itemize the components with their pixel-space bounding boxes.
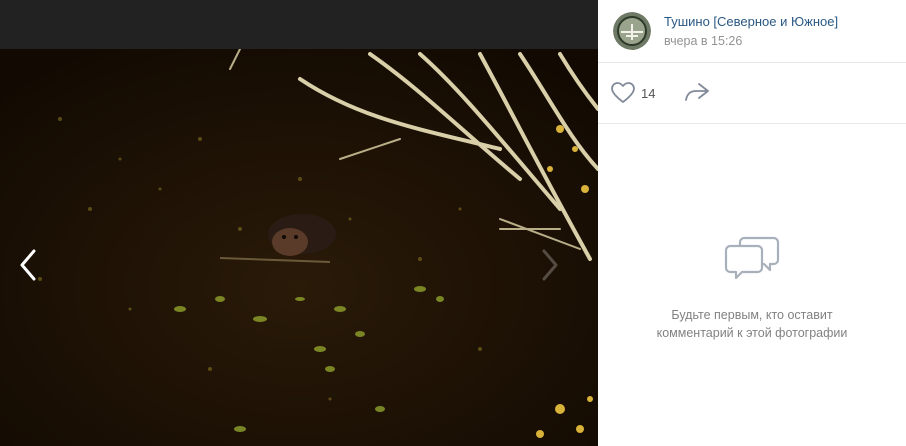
comments-empty-line2: комментарий к этой фотографии [656, 326, 848, 340]
community-avatar-icon [613, 12, 651, 50]
comments-empty-text: Будьте первым, кто оставит комментарий к… [618, 306, 886, 342]
chevron-right-icon [542, 249, 558, 281]
heart-icon [611, 82, 635, 103]
comments-empty-line1: Будьте первым, кто оставит [671, 308, 833, 322]
photo-sidebar: Тушино [Северное и Южное] вчера в 15:26 … [598, 0, 906, 446]
comments-icon [724, 236, 780, 280]
like-button[interactable]: 14 [611, 81, 655, 105]
actions-bar: 14 [598, 63, 906, 124]
chevron-left-icon [20, 249, 36, 281]
photo-viewer [0, 0, 598, 446]
photo[interactable] [0, 49, 598, 446]
likes-count: 14 [641, 85, 656, 101]
comments-empty-state: Будьте первым, кто оставит комментарий к… [598, 124, 906, 446]
author-block: Тушино [Северное и Южное] вчера в 15:26 [598, 0, 906, 63]
next-photo-button[interactable] [540, 249, 576, 295]
viewer-top-bar [0, 0, 598, 49]
community-avatar[interactable] [613, 12, 651, 50]
post-time-link[interactable]: вчера в 15:26 [664, 34, 742, 48]
previous-photo-button[interactable] [18, 249, 54, 295]
share-button[interactable] [684, 81, 712, 105]
author-name-link[interactable]: Тушино [Северное и Южное] [664, 14, 838, 29]
photo-image [0, 49, 598, 446]
share-arrow-icon [685, 83, 709, 101]
